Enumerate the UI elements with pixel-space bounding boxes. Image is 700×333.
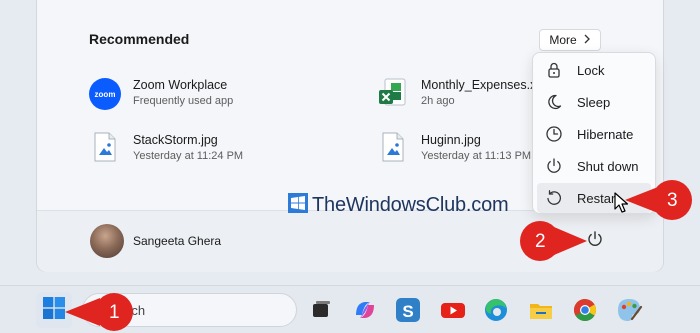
- callout-number: 2: [535, 231, 546, 252]
- clock-icon: [543, 123, 565, 145]
- youtube-icon[interactable]: [438, 295, 468, 325]
- recommended-item-subtitle: 2h ago: [421, 95, 455, 107]
- windows-start-icon: [43, 296, 65, 324]
- callout-number: 1: [109, 302, 120, 323]
- callout-number: 3: [667, 190, 678, 211]
- image-file-icon: [379, 131, 407, 163]
- recommended-item-name: Zoom Workplace: [133, 78, 228, 92]
- copilot-icon[interactable]: [350, 295, 380, 325]
- svg-text:S: S: [402, 302, 413, 321]
- recommended-item-name: Huginn.jpg: [421, 133, 481, 147]
- recommended-item-name: StackStorm.jpg: [133, 133, 218, 147]
- callout-2: 2: [518, 218, 588, 264]
- menu-item-label: Restart: [577, 190, 619, 206]
- file-explorer-icon[interactable]: [526, 295, 556, 325]
- menu-item-sleep[interactable]: Sleep: [537, 87, 651, 117]
- callout-1-shape: [65, 293, 133, 331]
- task-view-icon[interactable]: [306, 295, 336, 325]
- more-button-label: More: [549, 33, 577, 47]
- menu-item-label: Lock: [577, 62, 605, 78]
- recommended-item-stackstorm[interactable]: StackStorm.jpg Yesterday at 11:24 PM: [89, 131, 299, 167]
- watermark-text: TheWindowsClub.com: [312, 194, 509, 216]
- callout-3-shape: [625, 180, 692, 220]
- zoom-logo-text: zoom: [94, 89, 116, 99]
- restart-icon: [543, 187, 565, 209]
- image-file-icon: [91, 131, 119, 163]
- excel-file-icon: [377, 76, 409, 108]
- avatar[interactable]: [90, 224, 124, 258]
- menu-item-label: Sleep: [577, 94, 611, 110]
- chevron-right-icon: [583, 33, 591, 47]
- recommended-item-subtitle: Frequently used app: [133, 95, 234, 107]
- s-app-icon[interactable]: S: [393, 295, 423, 325]
- recommended-item-subtitle: Yesterday at 11:24 PM: [133, 150, 244, 162]
- moon-icon: [543, 91, 565, 113]
- lock-icon: [543, 59, 565, 81]
- recommended-title: Recommended: [89, 31, 190, 47]
- menu-item-hibernate[interactable]: Hibernate: [537, 119, 651, 149]
- menu-item-lock[interactable]: Lock: [537, 55, 651, 85]
- recommended-item-subtitle: Yesterday at 11:13 PM: [421, 150, 532, 162]
- power-icon: [586, 230, 604, 253]
- watermark: TheWindowsClub.com: [288, 193, 509, 218]
- menu-item-label: Shut down: [577, 158, 639, 174]
- edge-icon[interactable]: [481, 295, 511, 325]
- zoom-app-icon: zoom: [89, 78, 121, 110]
- menu-item-label: Hibernate: [577, 126, 634, 142]
- power-icon: [543, 155, 565, 177]
- chrome-icon[interactable]: [570, 295, 600, 325]
- paint-icon[interactable]: [614, 295, 644, 325]
- callout-1: 1: [64, 291, 136, 333]
- more-button[interactable]: More: [539, 29, 601, 51]
- callout-2-shape: [520, 221, 587, 261]
- windows-logo-icon: [288, 193, 308, 218]
- menu-item-shut-down[interactable]: Shut down: [537, 151, 651, 181]
- recommended-item-huginn[interactable]: Huginn.jpg Yesterday at 11:13 PM: [377, 131, 557, 167]
- recommended-item-name: Monthly_Expenses.xl: [421, 78, 540, 92]
- recommended-item-zoom-workplace[interactable]: zoom Zoom Workplace Frequently used app: [89, 76, 299, 112]
- user-name[interactable]: Sangeeta Ghera: [133, 234, 221, 248]
- callout-3: 3: [624, 178, 694, 224]
